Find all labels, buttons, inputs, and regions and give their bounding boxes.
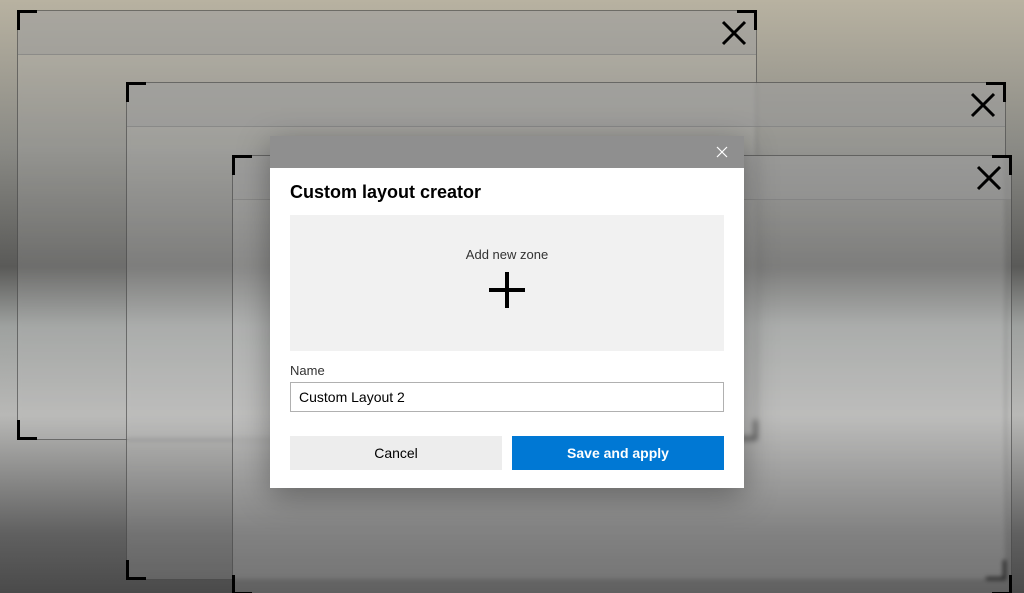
- custom-layout-creator-dialog: Custom layout creator Add new zone Name …: [270, 136, 744, 488]
- crop-mark-icon: [232, 575, 252, 593]
- crop-mark-icon: [986, 82, 1006, 102]
- dialog-titlebar[interactable]: [270, 136, 744, 168]
- add-new-zone-button[interactable]: Add new zone: [290, 215, 724, 351]
- crop-mark-icon: [992, 575, 1012, 593]
- crop-mark-icon: [126, 560, 146, 580]
- crop-mark-icon: [17, 10, 37, 30]
- zone-titlebar[interactable]: [18, 11, 756, 55]
- zone-titlebar[interactable]: [127, 83, 1005, 127]
- plus-icon: [483, 266, 531, 319]
- crop-mark-icon: [17, 420, 37, 440]
- save-and-apply-button[interactable]: Save and apply: [512, 436, 724, 470]
- name-label: Name: [290, 363, 724, 378]
- add-zone-label: Add new zone: [466, 247, 548, 262]
- crop-mark-icon: [992, 155, 1012, 175]
- dialog-title: Custom layout creator: [290, 182, 724, 203]
- crop-mark-icon: [126, 82, 146, 102]
- close-icon[interactable]: [700, 136, 744, 168]
- crop-mark-icon: [737, 10, 757, 30]
- layout-name-input[interactable]: [290, 382, 724, 412]
- cancel-button[interactable]: Cancel: [290, 436, 502, 470]
- crop-mark-icon: [232, 155, 252, 175]
